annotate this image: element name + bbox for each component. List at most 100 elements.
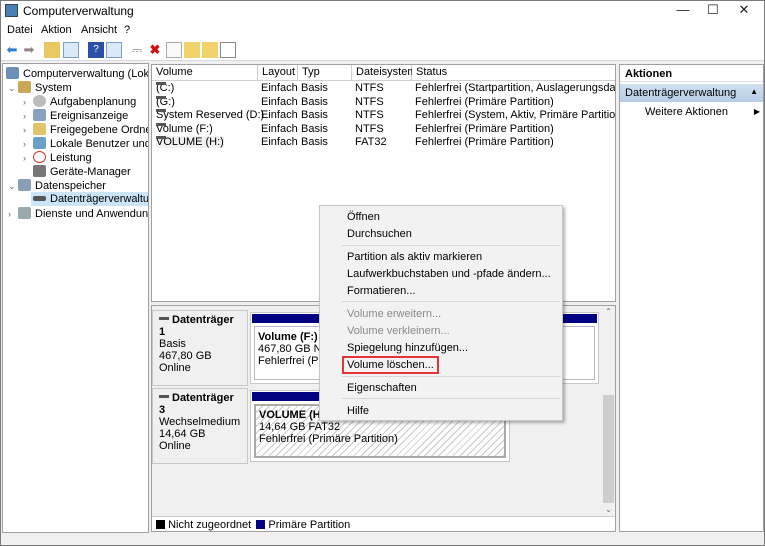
disk-icon — [159, 317, 169, 320]
vertical-scrollbar[interactable]: ⌃ ⌄ — [602, 307, 615, 514]
navigation-tree: Computerverwaltung (Lokal) ⌄ System › Au… — [2, 63, 149, 533]
action-pane-icon[interactable] — [106, 42, 122, 58]
cell-dateisystem: NTFS — [355, 122, 384, 135]
scroll-up-icon[interactable]: ⌃ — [602, 307, 615, 316]
action-weitere-aktionen[interactable]: Weitere Aktionen ▶ — [645, 106, 763, 118]
cell-volume: (G:) — [156, 95, 175, 108]
up-folder-icon[interactable] — [44, 42, 60, 58]
menu-ansicht[interactable]: Ansicht — [81, 24, 117, 36]
column-typ[interactable]: Typ — [298, 65, 352, 80]
tree-item-freigegebene-ordner[interactable]: Freigegebene Ordner — [33, 123, 148, 136]
collapse-up-icon[interactable]: ▲ — [750, 87, 758, 96]
tree-item-system[interactable]: System — [18, 81, 72, 94]
disk-1-label[interactable]: Datenträger 1 Basis 467,80 GB Online — [152, 310, 248, 386]
context-menu: Öffnen Durchsuchen Partition als aktiv m… — [319, 205, 563, 421]
performance-icon — [33, 151, 46, 163]
cell-layout: Einfach — [261, 136, 298, 148]
menu-item-volume-erweitern: Volume erweitern... — [347, 308, 442, 320]
details-icon[interactable] — [220, 42, 236, 58]
cell-volume: (C:) — [156, 82, 175, 94]
back-icon[interactable]: ⬅ — [4, 42, 20, 58]
column-dateisystem[interactable]: Dateisystem — [352, 65, 417, 80]
device-manager-icon — [33, 165, 46, 177]
shared-folder-icon — [33, 123, 46, 135]
cell-layout: Einfach — [261, 82, 298, 94]
menu-item-oeffnen[interactable]: Öffnen — [347, 211, 380, 223]
disk-3-label[interactable]: Datenträger 3 Wechselmedium 14,64 GB Onl… — [152, 388, 248, 464]
tree-item-dienste[interactable]: Dienste und Anwendungen — [18, 207, 148, 220]
close-button[interactable]: ✕ — [729, 1, 759, 21]
volume-icon — [156, 109, 166, 112]
menu-help[interactable]: ? — [124, 24, 130, 36]
connect-icon[interactable]: ⎓ — [129, 42, 145, 58]
tree-item-root[interactable]: Computerverwaltung (Lokal) — [6, 67, 148, 80]
cell-dateisystem: FAT32 — [355, 136, 387, 148]
tools-icon — [18, 81, 31, 93]
forward-icon[interactable]: ➡ — [21, 42, 37, 58]
tree-item-geraete-manager[interactable]: Geräte-Manager — [33, 165, 131, 178]
menu-item-formatieren[interactable]: Formatieren... — [347, 285, 415, 297]
cell-dateisystem: NTFS — [355, 95, 384, 108]
column-layout[interactable]: Layout — [258, 65, 298, 80]
cell-layout: Einfach — [261, 95, 298, 108]
menu-item-volume-loeschen[interactable]: Volume löschen... — [342, 356, 439, 374]
menu-aktion[interactable]: Aktion — [41, 24, 72, 36]
table-row[interactable]: (C:) Einfach Basis NTFS Fehlerfrei (Startpar… — [152, 82, 615, 95]
chevron-down-icon[interactable]: ⌄ — [8, 181, 16, 192]
menu-item-eigenschaften[interactable]: Eigenschaften — [347, 382, 417, 394]
cell-typ: Basis — [301, 122, 328, 135]
maximize-button[interactable]: ☐ — [698, 1, 728, 21]
cell-typ: Basis — [301, 95, 328, 108]
table-row[interactable]: Volume (F:) Einfach Basis NTFS Fehlerfrei (P… — [152, 122, 615, 136]
delete-icon[interactable]: ✖ — [147, 42, 163, 58]
scroll-down-icon[interactable]: ⌄ — [602, 505, 615, 514]
cell-typ: Basis — [301, 109, 328, 121]
menu-item-volume-verkleinern: Volume verkleinern... — [347, 325, 450, 337]
tree-item-aufgabenplanung[interactable]: Aufgabenplanung — [33, 95, 136, 108]
volume-icon — [156, 82, 166, 85]
cell-status: Fehlerfrei (Primäre Partition) — [415, 95, 554, 108]
menu-item-partition-aktiv[interactable]: Partition als aktiv markieren — [347, 251, 482, 263]
menu-item-hilfe[interactable]: Hilfe — [347, 405, 369, 417]
chevron-down-icon[interactable]: ⌄ — [8, 83, 16, 94]
clock-icon — [33, 95, 46, 107]
actions-header: Aktionen — [620, 65, 763, 82]
menu-bar: Datei Aktion Ansicht ? — [1, 21, 764, 39]
help-icon[interactable]: ? — [88, 42, 104, 58]
column-status[interactable]: Status — [412, 65, 615, 80]
export-icon[interactable] — [184, 42, 200, 58]
menu-item-laufwerkbuchstaben[interactable]: Laufwerkbuchstaben und -pfade ändern... — [347, 268, 551, 280]
tree-item-ereignisanzeige[interactable]: Ereignisanzeige — [33, 109, 128, 122]
cell-volume: VOLUME (H:) — [156, 136, 224, 148]
minimize-button[interactable]: — — [668, 1, 698, 21]
tree-toggle-icon[interactable] — [63, 42, 79, 58]
properties-icon[interactable] — [166, 42, 182, 58]
table-row[interactable]: System Reserved (D:) Einfach Basis NTFS Fehl… — [152, 109, 615, 122]
actions-pane: Aktionen Datenträgerverwaltung ▲ Weitere … — [619, 64, 764, 532]
tree-item-lokale-benutzer[interactable]: Lokale Benutzer und Gruppen — [33, 137, 148, 150]
tree-item-leistung[interactable]: Leistung — [33, 151, 92, 164]
cell-dateisystem: NTFS — [355, 109, 384, 121]
cell-typ: Basis — [301, 82, 328, 94]
legend: Nicht zugeordnet Primäre Partition — [152, 516, 615, 531]
submenu-arrow-icon: ▶ — [753, 107, 760, 116]
table-row[interactable]: (G:) Einfach Basis NTFS Fehlerfrei (Primäre … — [152, 95, 615, 109]
disk-icon — [159, 395, 169, 398]
tree-item-datentraegerverwaltung[interactable]: Datenträgerverwaltung — [31, 192, 148, 206]
find-icon[interactable] — [202, 42, 218, 58]
scrollbar-thumb[interactable] — [603, 395, 614, 503]
actions-section-datentraegerverwaltung[interactable]: Datenträgerverwaltung ▲ — [620, 84, 763, 102]
toolbar: ⬅ ➡ ? ⎓ ✖ — [1, 39, 764, 61]
tree-item-datenspeicher[interactable]: Datenspeicher — [18, 179, 106, 192]
menu-item-spiegelung[interactable]: Spiegelung hinzufügen... — [347, 342, 468, 354]
menu-item-durchsuchen[interactable]: Durchsuchen — [347, 228, 412, 240]
table-row[interactable]: VOLUME (H:) Einfach Basis FAT32 Fehlerfrei (… — [152, 136, 615, 149]
cell-dateisystem: NTFS — [355, 82, 384, 94]
column-volume[interactable]: Volume — [152, 65, 258, 80]
menu-datei[interactable]: Datei — [7, 24, 33, 36]
cell-typ: Basis — [301, 136, 328, 148]
window: Computerverwaltung — ☐ ✕ Datei Aktion An… — [0, 0, 765, 546]
cell-layout: Einfach — [261, 122, 298, 135]
services-icon — [18, 207, 31, 219]
cell-layout: Einfach — [261, 109, 298, 121]
